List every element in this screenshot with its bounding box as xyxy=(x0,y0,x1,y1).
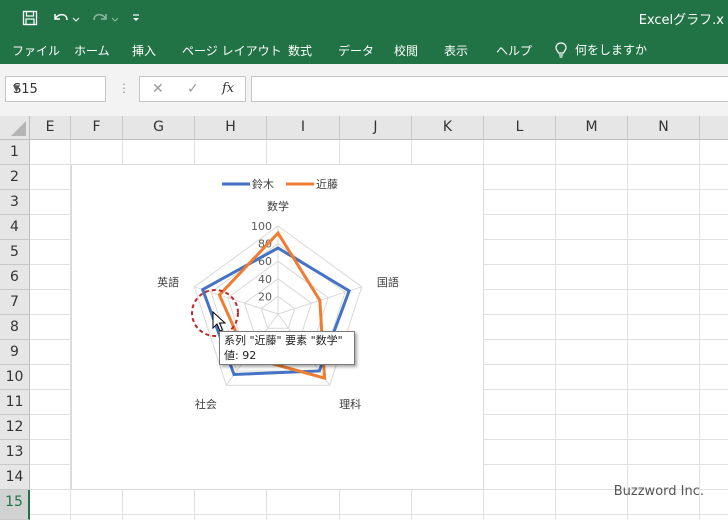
name-box[interactable]: S15 ▼ xyxy=(5,76,106,102)
tooltip-series-element: 系列 "近藤" 要素 "数学" xyxy=(224,334,343,347)
row-header-13[interactable]: 13 xyxy=(0,440,30,465)
formula-input[interactable] xyxy=(251,76,728,102)
radar-chart[interactable]: 20 40 60 80 100 数学 国語 理科 社会 英語 鈴木 近藤 xyxy=(71,164,484,490)
formula-area: S15 ▼ ⋮ ✕ ✓ fx xyxy=(0,64,728,117)
row-header-4[interactable]: 4 xyxy=(0,215,30,240)
column-header-m[interactable]: M xyxy=(556,116,628,140)
title-bar: Excelグラフ.x xyxy=(0,0,728,36)
chevron-down-icon[interactable]: ▼ xyxy=(13,84,100,94)
tab-formulas[interactable]: 数式 xyxy=(288,42,312,59)
save-icon[interactable] xyxy=(20,8,40,28)
radar-category-label: 社会 xyxy=(195,397,217,411)
tell-me-label: 何をしますか xyxy=(575,43,648,57)
mouse-cursor-icon xyxy=(212,311,226,332)
radar-category-label: 数学 xyxy=(267,199,289,213)
tab-review[interactable]: 校閲 xyxy=(394,42,418,59)
column-header-h[interactable]: H xyxy=(195,116,267,140)
column-header-i[interactable]: I xyxy=(267,116,340,140)
radar-axis-label: 100 xyxy=(251,220,272,233)
radar-chart-plot[interactable]: 20406080100 数学国語理科社会英語 鈴木 近藤 xyxy=(72,165,485,491)
row-header-9[interactable]: 9 xyxy=(0,340,30,365)
radar-category-label: 理科 xyxy=(339,397,361,411)
window-title: Excelグラフ.x xyxy=(638,13,724,28)
tab-insert[interactable]: 挿入 xyxy=(132,42,156,59)
grid-line xyxy=(627,140,628,520)
tooltip-value: 値: 92 xyxy=(224,349,257,362)
row-header-5[interactable]: 5 xyxy=(0,240,30,265)
row-header-6[interactable]: 6 xyxy=(0,265,30,290)
row-header-10[interactable]: 10 xyxy=(0,365,30,390)
column-header-j[interactable]: J xyxy=(340,116,412,140)
customize-icon[interactable] xyxy=(128,8,144,28)
row-header-14[interactable]: 14 xyxy=(0,465,30,490)
row-header-3[interactable]: 3 xyxy=(0,190,30,215)
undo-icon[interactable] xyxy=(50,8,80,28)
row-header-2[interactable]: 2 xyxy=(0,165,30,190)
tell-me[interactable]: 何をしますか xyxy=(555,41,647,58)
ribbon-tabs: ファイル ホーム 挿入 ページ レイアウト 数式 データ 校閲 表示 ヘルプ 何… xyxy=(0,36,728,64)
legend-label: 近藤 xyxy=(316,178,338,191)
column-header-f[interactable]: F xyxy=(71,116,123,140)
radar-axis-label: 40 xyxy=(258,273,272,286)
select-all-corner[interactable] xyxy=(0,116,30,140)
redo-icon[interactable] xyxy=(88,8,120,28)
legend-label: 鈴木 xyxy=(252,177,274,191)
tab-file[interactable]: ファイル xyxy=(12,42,60,59)
column-header-l[interactable]: L xyxy=(484,116,556,140)
more-options-icon: ⋮ xyxy=(118,81,130,95)
column-header-o[interactable] xyxy=(700,116,728,140)
column-header-e[interactable]: E xyxy=(30,116,71,140)
cancel-icon[interactable]: ✕ xyxy=(152,81,164,97)
radar-category-label: 国語 xyxy=(377,275,399,289)
tab-page-layout[interactable]: ページ レイアウト xyxy=(182,42,282,59)
tab-data[interactable]: データ xyxy=(338,42,374,59)
enter-icon[interactable]: ✓ xyxy=(187,81,199,97)
grid-line xyxy=(555,140,556,520)
grid-line xyxy=(699,140,700,520)
column-header-k[interactable]: K xyxy=(412,116,484,140)
row-header-11[interactable]: 11 xyxy=(0,390,30,415)
insert-function-icon[interactable]: fx xyxy=(222,81,234,96)
column-header-g[interactable]: G xyxy=(123,116,195,140)
tab-help[interactable]: ヘルプ xyxy=(496,42,532,59)
chart-tooltip: 系列 "近藤" 要素 "数学" 値: 92 xyxy=(219,331,355,365)
row-header-1[interactable]: 1 xyxy=(0,140,30,165)
lightbulb-icon xyxy=(555,41,567,58)
row-header-7[interactable]: 7 xyxy=(0,290,30,315)
row-header-15[interactable]: 15 xyxy=(0,490,30,520)
grid-line xyxy=(30,514,728,515)
tab-view[interactable]: 表示 xyxy=(444,42,468,59)
watermark: Buzzword Inc. xyxy=(613,484,704,499)
formula-buttons: ✕ ✓ fx xyxy=(139,76,246,102)
tab-home[interactable]: ホーム xyxy=(74,42,110,59)
row-header-12[interactable]: 12 xyxy=(0,415,30,440)
radar-axis-label: 20 xyxy=(258,290,272,303)
column-header-n[interactable]: N xyxy=(628,116,700,140)
radar-category-label: 英語 xyxy=(157,275,179,289)
row-header-8[interactable]: 8 xyxy=(0,315,30,340)
